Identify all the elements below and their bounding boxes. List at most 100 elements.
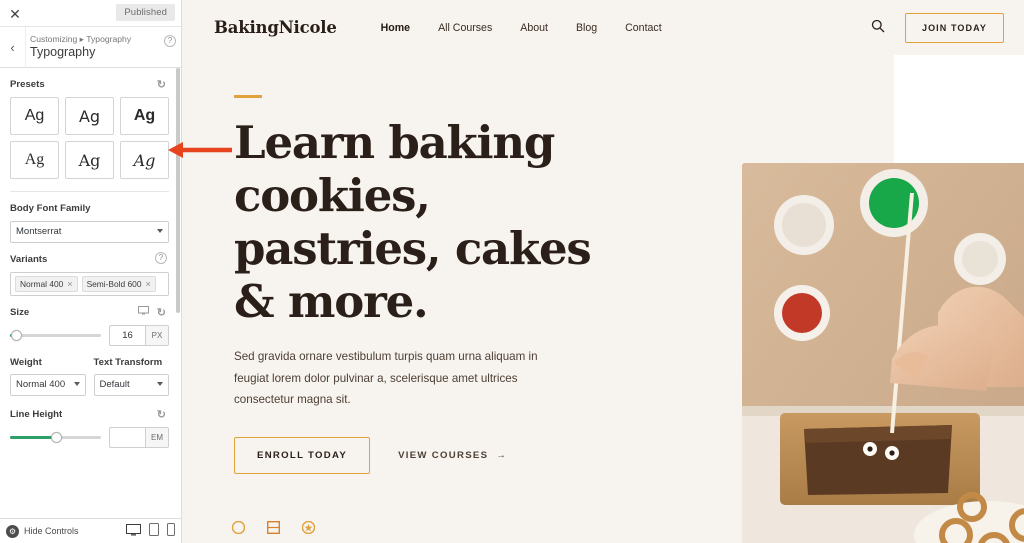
join-today-button[interactable]: JOIN TODAY <box>904 12 1004 43</box>
text-transform-select[interactable]: Default <box>93 374 169 396</box>
site-logo[interactable]: BakingNicole <box>214 18 337 37</box>
nav-item-all-courses[interactable]: All Courses <box>438 22 492 34</box>
gear-icon: ⚙ <box>6 524 19 538</box>
breadcrumb: Customizing ▸ Typography <box>30 34 132 44</box>
customizer-panel: ✕ Published ‹ Customizing ▸ Typography T… <box>0 0 182 543</box>
text-transform-control: Default <box>93 374 169 396</box>
magnifier-glyph <box>871 19 885 33</box>
nav-item-home[interactable]: Home <box>381 22 410 34</box>
size-input[interactable]: 16 <box>109 325 145 346</box>
view-courses-label: VIEW COURSES <box>398 449 489 461</box>
site-preview: BakingNicole Home All Courses About Blog… <box>182 0 1024 543</box>
body-font-family-select[interactable]: Montserrat <box>10 221 169 243</box>
status-badge: Published <box>116 4 175 21</box>
size-slider-knob[interactable] <box>10 330 22 341</box>
site-nav-links: Home All Courses About Blog Contact <box>381 22 662 34</box>
line-height-value-group: EM <box>109 427 169 448</box>
annotation-arrow <box>168 142 232 158</box>
line-height-unit[interactable]: EM <box>145 427 169 448</box>
grid-badge-icon <box>266 520 281 535</box>
hide-controls-button[interactable]: ⚙ Hide Controls <box>6 524 79 538</box>
variants-help-icon[interactable]: ? <box>155 252 167 264</box>
variant-tag: Semi-Bold 600 × <box>81 276 156 292</box>
hero-image <box>742 163 1024 543</box>
badge-icon-2 <box>266 520 281 537</box>
customizer-footer: ⚙ Hide Controls <box>0 518 181 543</box>
hero-cta-group: ENROLL TODAY VIEW COURSES → <box>234 436 644 474</box>
preset-option-5[interactable]: Ag <box>65 141 114 179</box>
accent-divider <box>234 95 262 98</box>
divider <box>10 191 169 192</box>
responsive-device-icon[interactable] <box>138 306 149 318</box>
customizer-topbar: ✕ Published <box>0 0 181 27</box>
remove-icon[interactable]: × <box>146 279 151 289</box>
monitor-icon <box>126 523 141 535</box>
variant-tag: Normal 400 × <box>15 276 78 292</box>
text-transform-label: Text Transform <box>93 357 163 368</box>
line-height-slider-knob[interactable] <box>50 432 62 443</box>
page-title: Typography <box>30 45 96 59</box>
nav-item-about[interactable]: About <box>520 22 548 34</box>
remove-icon[interactable]: × <box>67 279 72 289</box>
desktop-preview-icon[interactable] <box>126 523 141 539</box>
size-label-text: Size <box>10 307 30 318</box>
presets-label-text: Presets <box>10 79 45 90</box>
variants-label-text: Variants <box>10 254 48 265</box>
size-control-row: 16 PX <box>10 325 169 346</box>
hide-controls-label: Hide Controls <box>24 526 79 536</box>
customizer-header: ‹ Customizing ▸ Typography Typography ? <box>0 27 181 68</box>
body-font-family-control: Montserrat <box>10 221 169 243</box>
baking-photo <box>742 163 1024 543</box>
monitor-icon <box>138 306 149 315</box>
preset-option-6[interactable]: Ag <box>120 141 169 179</box>
presets-grid: Ag Ag Ag Ag Ag Ag <box>10 97 169 179</box>
nav-item-contact[interactable]: Contact <box>625 22 662 34</box>
tablet-icon <box>149 523 159 536</box>
preset-option-1[interactable]: Ag <box>10 97 59 135</box>
circle-badge-icon <box>231 520 246 535</box>
nav-item-blog[interactable]: Blog <box>576 22 597 34</box>
star-badge-icon <box>301 520 316 535</box>
line-height-reset-icon[interactable]: ↻ <box>157 408 166 421</box>
size-unit[interactable]: PX <box>145 325 169 346</box>
site-navbar: BakingNicole Home All Courses About Blog… <box>182 0 1024 55</box>
weight-transform-row: Weight Normal 400 Text Transform Default <box>10 346 169 398</box>
bottom-icon-row <box>231 520 316 537</box>
weight-control: Normal 400 <box>10 374 86 396</box>
variant-tag-label: Semi-Bold 600 <box>86 279 142 289</box>
tablet-preview-icon[interactable] <box>149 523 159 539</box>
search-icon[interactable] <box>871 19 885 36</box>
hero-text-column: Learn baking cookies, pastries, cakes & … <box>214 95 644 474</box>
customizer-scroll-area: Presets ↻ Ag Ag Ag Ag Ag Ag Body Font Fa… <box>0 68 181 518</box>
arrow-right-icon: → <box>496 449 508 461</box>
nav-right-group: JOIN TODAY <box>871 12 1004 43</box>
size-value-group: 16 PX <box>109 325 169 346</box>
weight-select[interactable]: Normal 400 <box>10 374 86 396</box>
enroll-today-button[interactable]: ENROLL TODAY <box>234 436 371 474</box>
mobile-preview-icon[interactable] <box>167 523 175 539</box>
close-icon[interactable]: ✕ <box>6 5 24 23</box>
size-slider[interactable] <box>10 330 101 341</box>
line-height-control-row: EM <box>10 427 169 448</box>
variant-tag-label: Normal 400 <box>20 279 64 289</box>
size-label: Size ↻ <box>10 306 169 319</box>
back-chevron-icon[interactable]: ‹ <box>0 27 26 68</box>
preset-option-3[interactable]: Ag <box>120 97 169 135</box>
help-icon[interactable]: ? <box>164 35 176 47</box>
badge-icon-1 <box>231 520 246 537</box>
line-height-label: Line Height ↻ <box>10 408 169 421</box>
variants-label: Variants ? <box>10 252 169 265</box>
hero-paragraph: Sed gravida ornare vestibulum turpis qua… <box>234 350 538 407</box>
smartphone-icon <box>167 523 175 536</box>
line-height-slider-fill <box>10 436 54 439</box>
preset-option-2[interactable]: Ag <box>65 97 114 135</box>
size-reset-icon[interactable]: ↻ <box>157 306 166 319</box>
device-preview-switcher <box>126 523 175 539</box>
line-height-input[interactable] <box>109 427 145 448</box>
variants-tags[interactable]: Normal 400 × Semi-Bold 600 × <box>10 272 169 296</box>
preset-option-4[interactable]: Ag <box>10 141 59 179</box>
view-courses-link[interactable]: VIEW COURSES → <box>398 450 507 461</box>
panel-scrollbar[interactable] <box>176 68 180 313</box>
line-height-slider[interactable] <box>10 432 101 443</box>
presets-reset-icon[interactable]: ↻ <box>157 78 166 91</box>
